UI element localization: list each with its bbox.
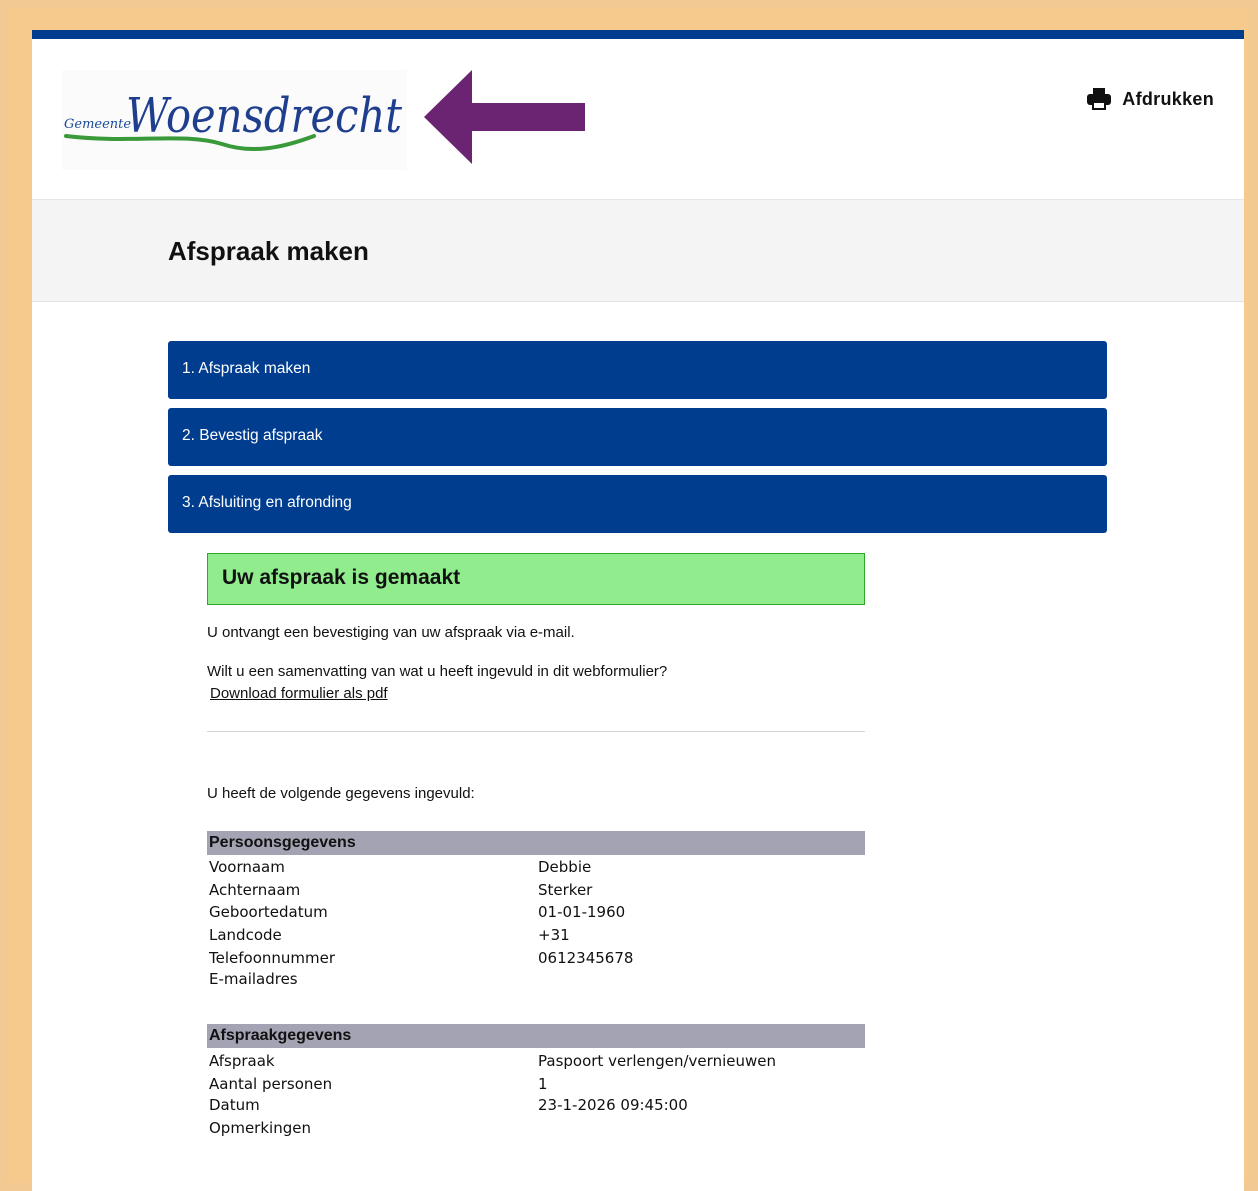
row-value: Debbie bbox=[538, 858, 592, 876]
printer-icon bbox=[1087, 88, 1112, 110]
step-3-afsluiting[interactable]: 3. Afsluiting en afronding bbox=[168, 475, 1107, 533]
row-label: Geboortedatum bbox=[209, 903, 328, 921]
municipality-logo[interactable]: Gemeente Woensdrecht bbox=[62, 70, 407, 170]
row-value: 01-01-1960 bbox=[538, 903, 626, 921]
step-2-bevestig-afspraak[interactable]: 2. Bevestig afspraak bbox=[168, 408, 1107, 466]
top-bar bbox=[32, 30, 1244, 39]
print-label: Afdrukken bbox=[1122, 88, 1214, 109]
row-label: Afspraak bbox=[209, 1052, 275, 1070]
divider bbox=[207, 731, 865, 732]
row-label: Datum bbox=[209, 1096, 260, 1114]
print-button[interactable]: Afdrukken bbox=[1086, 88, 1214, 110]
data-row: Telefoonnummer 0612345678 bbox=[207, 949, 865, 971]
row-label: E-mailadres bbox=[209, 970, 298, 988]
data-row: Voornaam Debbie bbox=[207, 858, 865, 880]
row-value: 1 bbox=[538, 1075, 548, 1093]
row-label: Achternaam bbox=[209, 881, 301, 899]
row-label: Voornaam bbox=[209, 858, 285, 876]
data-row: Geboortedatum 01-01-1960 bbox=[207, 903, 865, 925]
row-label: Aantal personen bbox=[209, 1075, 333, 1093]
row-label: Landcode bbox=[209, 926, 282, 944]
step-label: 1. Afspraak maken bbox=[182, 360, 311, 377]
email-note: U ontvangt een bevestiging van uw afspra… bbox=[207, 624, 575, 641]
screenshot-frame: Gemeente Woensdrecht Afdrukken Afspraak … bbox=[8, 8, 1250, 1191]
data-row: Afspraak Paspoort verlengen/vernieuwen bbox=[207, 1052, 865, 1074]
row-value: 0612345678 bbox=[538, 949, 634, 967]
page-title: Afspraak maken bbox=[168, 236, 369, 266]
success-title: Uw afspraak is gemaakt bbox=[222, 566, 461, 589]
data-row: E-mailadres bbox=[207, 970, 865, 992]
logo-prefix: Gemeente bbox=[64, 117, 131, 132]
title-band: Afspraak maken bbox=[32, 199, 1244, 302]
left-arrow-icon bbox=[422, 70, 587, 170]
success-banner: Uw afspraak is gemaakt bbox=[207, 553, 865, 605]
page: Gemeente Woensdrecht Afdrukken Afspraak … bbox=[32, 30, 1244, 1191]
row-label: Telefoonnummer bbox=[209, 949, 336, 967]
step-label: 2. Bevestig afspraak bbox=[182, 427, 323, 444]
row-label: Opmerkingen bbox=[209, 1119, 311, 1137]
summary-question: Wilt u een samenvatting van wat u heeft … bbox=[207, 663, 668, 680]
row-value: 23-1-2026 09:45:00 bbox=[538, 1096, 688, 1114]
row-value: Sterker bbox=[538, 881, 593, 899]
data-row: Opmerkingen bbox=[207, 1119, 865, 1141]
logo-name: Woensdrecht bbox=[126, 88, 403, 144]
section-header-persoonsgegevens: Persoonsgegevens bbox=[207, 831, 865, 855]
step-label: 3. Afsluiting en afronding bbox=[182, 494, 352, 511]
data-row: Landcode +31 bbox=[207, 926, 865, 948]
download-pdf-link[interactable]: Download formulier als pdf bbox=[210, 685, 388, 702]
step-1-afspraak-maken[interactable]: 1. Afspraak maken bbox=[168, 341, 1107, 399]
data-row: Achternaam Sterker bbox=[207, 881, 865, 903]
filled-intro: U heeft de volgende gegevens ingevuld: bbox=[207, 785, 475, 802]
row-value: Paspoort verlengen/vernieuwen bbox=[538, 1052, 776, 1070]
data-row: Datum 23-1-2026 09:45:00 bbox=[207, 1096, 865, 1118]
row-value: +31 bbox=[538, 926, 570, 944]
section-header-afspraakgegevens: Afspraakgegevens bbox=[207, 1024, 865, 1048]
data-row: Aantal personen 1 bbox=[207, 1075, 865, 1097]
